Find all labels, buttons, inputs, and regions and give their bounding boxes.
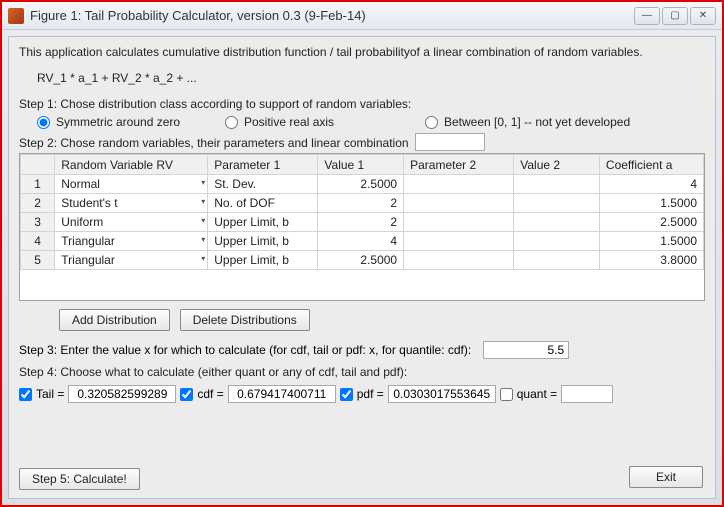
rv-cell[interactable]: Triangular▾ <box>55 251 208 270</box>
formula-text: RV_1 * a_1 + RV_2 * a_2 + ... <box>37 71 705 85</box>
param2-cell[interactable] <box>404 251 514 270</box>
row-number: 5 <box>21 251 55 270</box>
chevron-down-icon[interactable]: ▾ <box>201 216 205 225</box>
step4-label: Step 4: Choose what to calculate (either… <box>19 365 705 379</box>
quant-checkbox[interactable] <box>500 388 513 401</box>
col-rv: Random Variable RV <box>55 155 208 175</box>
coeff-cell[interactable]: 3.8000 <box>599 251 703 270</box>
param1-cell[interactable]: Upper Limit, b <box>208 213 318 232</box>
main-panel: This application calculates cumulative d… <box>8 36 716 499</box>
chevron-down-icon[interactable]: ▾ <box>201 178 205 187</box>
value2-cell[interactable] <box>514 175 600 194</box>
maximize-button[interactable]: ▢ <box>662 7 688 25</box>
quant-value[interactable] <box>561 385 613 403</box>
param1-cell[interactable]: St. Dev. <box>208 175 318 194</box>
rv-cell[interactable]: Normal▾ <box>55 175 208 194</box>
coeff-cell[interactable]: 1.5000 <box>599 194 703 213</box>
app-icon <box>8 8 24 24</box>
pdf-checkbox[interactable] <box>340 388 353 401</box>
calculate-button[interactable]: Step 5: Calculate! <box>19 468 140 490</box>
linear-combo-input[interactable] <box>415 133 485 151</box>
value1-cell[interactable]: 2 <box>318 213 404 232</box>
radio-between-label: Between [0, 1] -- not yet developed <box>444 115 630 129</box>
delete-distributions-button[interactable]: Delete Distributions <box>180 309 310 331</box>
pdf-value[interactable] <box>388 385 496 403</box>
minimize-button[interactable]: — <box>634 7 660 25</box>
radio-positive-label: Positive real axis <box>244 115 334 129</box>
tail-checkbox[interactable] <box>19 388 32 401</box>
chevron-down-icon[interactable]: ▾ <box>201 235 205 244</box>
x-value-input[interactable] <box>483 341 569 359</box>
rv-cell[interactable]: Triangular▾ <box>55 232 208 251</box>
rv-cell[interactable]: Student's t▾ <box>55 194 208 213</box>
app-window: Figure 1: Tail Probability Calculator, v… <box>2 2 722 505</box>
value1-cell[interactable]: 2 <box>318 194 404 213</box>
param1-cell[interactable]: Upper Limit, b <box>208 251 318 270</box>
chevron-down-icon[interactable]: ▾ <box>201 197 205 206</box>
col-param2: Parameter 2 <box>404 155 514 175</box>
value1-cell[interactable]: 2.5000 <box>318 175 404 194</box>
radio-between-input[interactable] <box>425 116 438 129</box>
value2-cell[interactable] <box>514 251 600 270</box>
cdf-value[interactable] <box>228 385 336 403</box>
coeff-cell[interactable]: 1.5000 <box>599 232 703 251</box>
table-row[interactable]: 2Student's t▾No. of DOF21.5000 <box>21 194 704 213</box>
cdf-checkbox[interactable] <box>180 388 193 401</box>
radio-symmetric-input[interactable] <box>37 116 50 129</box>
rv-cell[interactable]: Uniform▾ <box>55 213 208 232</box>
param2-cell[interactable] <box>404 232 514 251</box>
cdf-label: cdf = <box>197 387 223 401</box>
client-area: This application calculates cumulative d… <box>2 30 722 505</box>
titlebar[interactable]: Figure 1: Tail Probability Calculator, v… <box>2 2 722 30</box>
col-value1: Value 1 <box>318 155 404 175</box>
rv-table-wrap: Random Variable RV Parameter 1 Value 1 P… <box>19 153 705 301</box>
param2-cell[interactable] <box>404 213 514 232</box>
row-number: 4 <box>21 232 55 251</box>
pdf-label: pdf = <box>357 387 384 401</box>
close-button[interactable]: ✕ <box>690 7 716 25</box>
exit-button[interactable]: Exit <box>629 466 703 488</box>
radio-symmetric-label: Symmetric around zero <box>56 115 180 129</box>
value1-cell[interactable]: 4 <box>318 232 404 251</box>
distribution-class-radios: Symmetric around zero Positive real axis… <box>37 115 705 129</box>
param1-cell[interactable]: No. of DOF <box>208 194 318 213</box>
coeff-cell[interactable]: 4 <box>599 175 703 194</box>
table-row[interactable]: 1Normal▾St. Dev.2.5000 4 <box>21 175 704 194</box>
row-number: 3 <box>21 213 55 232</box>
value2-cell[interactable] <box>514 213 600 232</box>
coeff-cell[interactable]: 2.5000 <box>599 213 703 232</box>
param2-cell[interactable] <box>404 194 514 213</box>
row-number: 2 <box>21 194 55 213</box>
table-row[interactable]: 3Uniform▾Upper Limit, b2 2.5000 <box>21 213 704 232</box>
step2-label: Step 2: Chose random variables, their pa… <box>19 136 409 150</box>
radio-symmetric[interactable]: Symmetric around zero <box>37 115 225 129</box>
col-param1: Parameter 1 <box>208 155 318 175</box>
col-value2: Value 2 <box>514 155 600 175</box>
intro-text: This application calculates cumulative d… <box>19 45 705 59</box>
window-title: Figure 1: Tail Probability Calculator, v… <box>30 8 634 23</box>
param1-cell[interactable]: Upper Limit, b <box>208 232 318 251</box>
tail-label: Tail = <box>36 387 64 401</box>
row-number: 1 <box>21 175 55 194</box>
value1-cell[interactable]: 2.5000 <box>318 251 404 270</box>
col-coeff: Coefficient a <box>599 155 703 175</box>
radio-positive[interactable]: Positive real axis <box>225 115 425 129</box>
value2-cell[interactable] <box>514 194 600 213</box>
step3-label: Step 3: Enter the value x for which to c… <box>19 343 471 357</box>
rv-table[interactable]: Random Variable RV Parameter 1 Value 1 P… <box>20 154 704 270</box>
table-row[interactable]: 5Triangular▾Upper Limit, b2.5000 3.8000 <box>21 251 704 270</box>
radio-positive-input[interactable] <box>225 116 238 129</box>
param2-cell[interactable] <box>404 175 514 194</box>
quant-label: quant = <box>517 387 557 401</box>
tail-value[interactable] <box>68 385 176 403</box>
chevron-down-icon[interactable]: ▾ <box>201 254 205 263</box>
radio-between[interactable]: Between [0, 1] -- not yet developed <box>425 115 630 129</box>
add-distribution-button[interactable]: Add Distribution <box>59 309 170 331</box>
table-row[interactable]: 4Triangular▾Upper Limit, b41.5000 <box>21 232 704 251</box>
col-rownum <box>21 155 55 175</box>
step1-label: Step 1: Chose distribution class accordi… <box>19 97 705 111</box>
value2-cell[interactable] <box>514 232 600 251</box>
